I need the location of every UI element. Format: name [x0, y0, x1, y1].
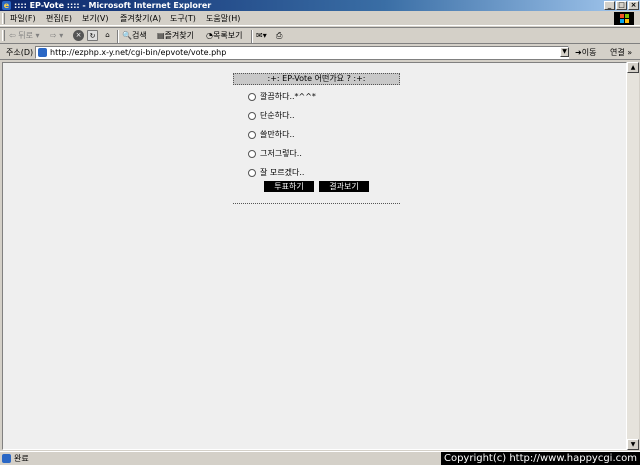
- toolbar-grip: [2, 30, 5, 41]
- page-done-icon: [2, 454, 11, 463]
- radio-button[interactable]: [248, 169, 256, 177]
- radio-button[interactable]: [248, 112, 256, 120]
- radio-button[interactable]: [248, 150, 256, 158]
- address-bar: 주소(D) http://ezphp.x-y.net/cgi-bin/epvot…: [0, 45, 640, 60]
- menu-edit[interactable]: 편집(E): [46, 13, 72, 24]
- divider: [233, 203, 400, 204]
- menu-help[interactable]: 도움말(H): [206, 13, 240, 24]
- address-input[interactable]: http://ezphp.x-y.net/cgi-bin/epvote/vote…: [35, 46, 569, 59]
- address-url[interactable]: http://ezphp.x-y.net/cgi-bin/epvote/vote…: [50, 47, 226, 58]
- forward-button[interactable]: ⇨ ▾: [50, 30, 63, 42]
- mail-icon[interactable]: ✉▾: [256, 30, 267, 42]
- menu-view[interactable]: 보기(V): [82, 13, 108, 24]
- address-label: 주소(D): [6, 48, 34, 57]
- vote-title: :+: EP-Vote 어떤가요 ? :+:: [233, 73, 400, 85]
- window-title: :::: EP-Vote :::: - Microsoft Internet E…: [14, 1, 212, 10]
- toolbar-separator: [117, 30, 119, 43]
- minimize-button[interactable]: _: [604, 1, 615, 10]
- option-label: 단순하다..: [260, 111, 295, 120]
- maximize-button[interactable]: □: [616, 1, 627, 10]
- back-button[interactable]: ⇦ 뒤로 ▾: [9, 30, 40, 42]
- menu-file[interactable]: 파일(F): [10, 13, 36, 24]
- go-arrow-icon: ➜: [575, 48, 582, 57]
- toolbar-separator: [251, 30, 253, 43]
- windows-logo-icon: [614, 12, 634, 25]
- vertical-scrollbar[interactable]: ▲ ▼: [627, 62, 639, 450]
- menu-favorites[interactable]: 즐겨찾기(A): [120, 13, 161, 24]
- vote-button[interactable]: 투표하기: [264, 181, 314, 192]
- option-label: 그저그렇다..: [260, 149, 302, 158]
- standard-toolbar: ⇦ 뒤로 ▾ ⇨ ▾ × ↻ ⌂ 🔍검색 ▤즐겨찾기 ◔목록보기 ✉▾ ⎙: [0, 27, 640, 44]
- radio-button[interactable]: [248, 93, 256, 101]
- option-label: 잘 모르겠다..: [260, 168, 305, 177]
- home-icon[interactable]: ⌂: [102, 30, 113, 41]
- menu-tools[interactable]: 도구(T): [170, 13, 196, 24]
- search-button[interactable]: 🔍검색: [122, 30, 147, 42]
- result-button[interactable]: 결과보기: [319, 181, 369, 192]
- status-bar: 완료 Copyright(c) http://www.happycgi.com: [0, 451, 640, 465]
- close-button[interactable]: ×: [628, 1, 639, 10]
- go-button[interactable]: ➜이동: [575, 47, 596, 58]
- copyright-notice: Copyright(c) http://www.happycgi.com: [440, 452, 640, 465]
- menu-bar: 파일(F) 편집(E) 보기(V) 즐겨찾기(A) 도구(T) 도움말(H): [0, 11, 640, 26]
- window-controls: _ □ ×: [604, 1, 639, 10]
- favorites-button[interactable]: ▤즐겨찾기: [157, 30, 194, 42]
- history-button[interactable]: ◔목록보기: [206, 30, 242, 42]
- toolbar-grip: [2, 13, 5, 24]
- page-content: :+: EP-Vote 어떤가요 ? :+: 깔끔하다..*^^* 단순하다..…: [2, 62, 627, 450]
- address-dropdown-button[interactable]: ▼: [560, 47, 569, 57]
- print-icon[interactable]: ⎙: [276, 30, 282, 42]
- scroll-up-button[interactable]: ▲: [627, 62, 639, 73]
- status-text: 완료: [14, 454, 29, 463]
- radio-button[interactable]: [248, 131, 256, 139]
- stop-icon[interactable]: ×: [73, 30, 84, 41]
- scroll-down-button[interactable]: ▼: [627, 439, 639, 450]
- links-button[interactable]: 연결 »: [610, 47, 632, 58]
- ie-icon: e: [2, 1, 11, 10]
- option-label: 깔끔하다..*^^*: [260, 92, 316, 101]
- title-bar: e :::: EP-Vote :::: - Microsoft Internet…: [0, 0, 640, 11]
- page-icon: [38, 48, 47, 57]
- option-label: 쓸만하다..: [260, 130, 295, 139]
- refresh-icon[interactable]: ↻: [87, 30, 98, 41]
